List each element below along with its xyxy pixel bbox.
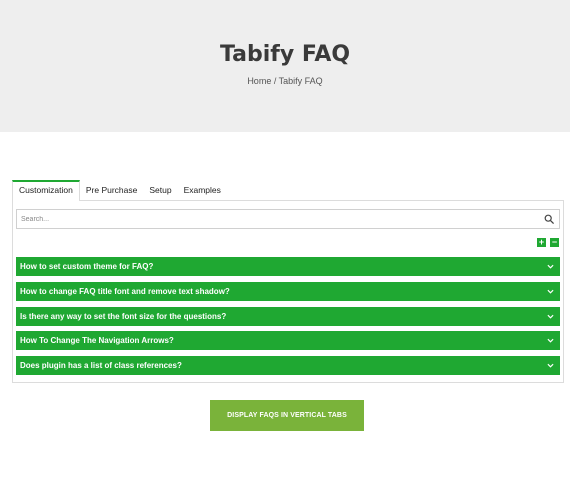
page-title: Tabify FAQ	[219, 42, 351, 67]
faq-item[interactable]: Does plugin has a list of class referenc…	[16, 356, 560, 375]
collapse-all-button[interactable]: −	[550, 238, 559, 247]
chevron-down-icon	[547, 314, 554, 319]
chevron-down-icon	[547, 289, 554, 294]
faq-question: How to set custom theme for FAQ?	[20, 262, 154, 271]
faq-question: Is there any way to set the font size fo…	[20, 312, 227, 321]
breadcrumb: Home / Tabify FAQ	[247, 76, 323, 86]
faq-question: How To Change The Navigation Arrows?	[20, 336, 174, 345]
display-vertical-tabs-button[interactable]: DISPLAY FAQS IN VERTICAL TABS	[210, 400, 364, 431]
faq-question: How to change FAQ title font and remove …	[20, 287, 230, 296]
faq-question: Does plugin has a list of class referenc…	[20, 361, 182, 370]
faq-item[interactable]: How To Change The Navigation Arrows?	[16, 331, 560, 350]
tab-pre-purchase[interactable]: Pre Purchase	[80, 180, 144, 200]
search-input[interactable]	[17, 210, 537, 228]
expand-all-button[interactable]: +	[537, 238, 546, 247]
tab-examples[interactable]: Examples	[178, 180, 227, 200]
tab-customization[interactable]: Customization	[12, 180, 80, 201]
faq-panel: + − How to set custom theme for FAQ? How…	[12, 200, 564, 383]
chevron-down-icon	[547, 264, 554, 269]
page-header: Tabify FAQ Home / Tabify FAQ	[0, 0, 570, 132]
chevron-down-icon	[547, 338, 554, 343]
faq-item[interactable]: How to set custom theme for FAQ?	[16, 257, 560, 276]
faq-tabs: Customization Pre Purchase Setup Example…	[12, 180, 227, 201]
faq-item[interactable]: How to change FAQ title font and remove …	[16, 282, 560, 301]
search-box	[16, 209, 560, 229]
faq-item[interactable]: Is there any way to set the font size fo…	[16, 307, 560, 326]
tab-setup[interactable]: Setup	[143, 180, 177, 200]
chevron-down-icon	[547, 363, 554, 368]
search-icon[interactable]	[544, 214, 554, 224]
